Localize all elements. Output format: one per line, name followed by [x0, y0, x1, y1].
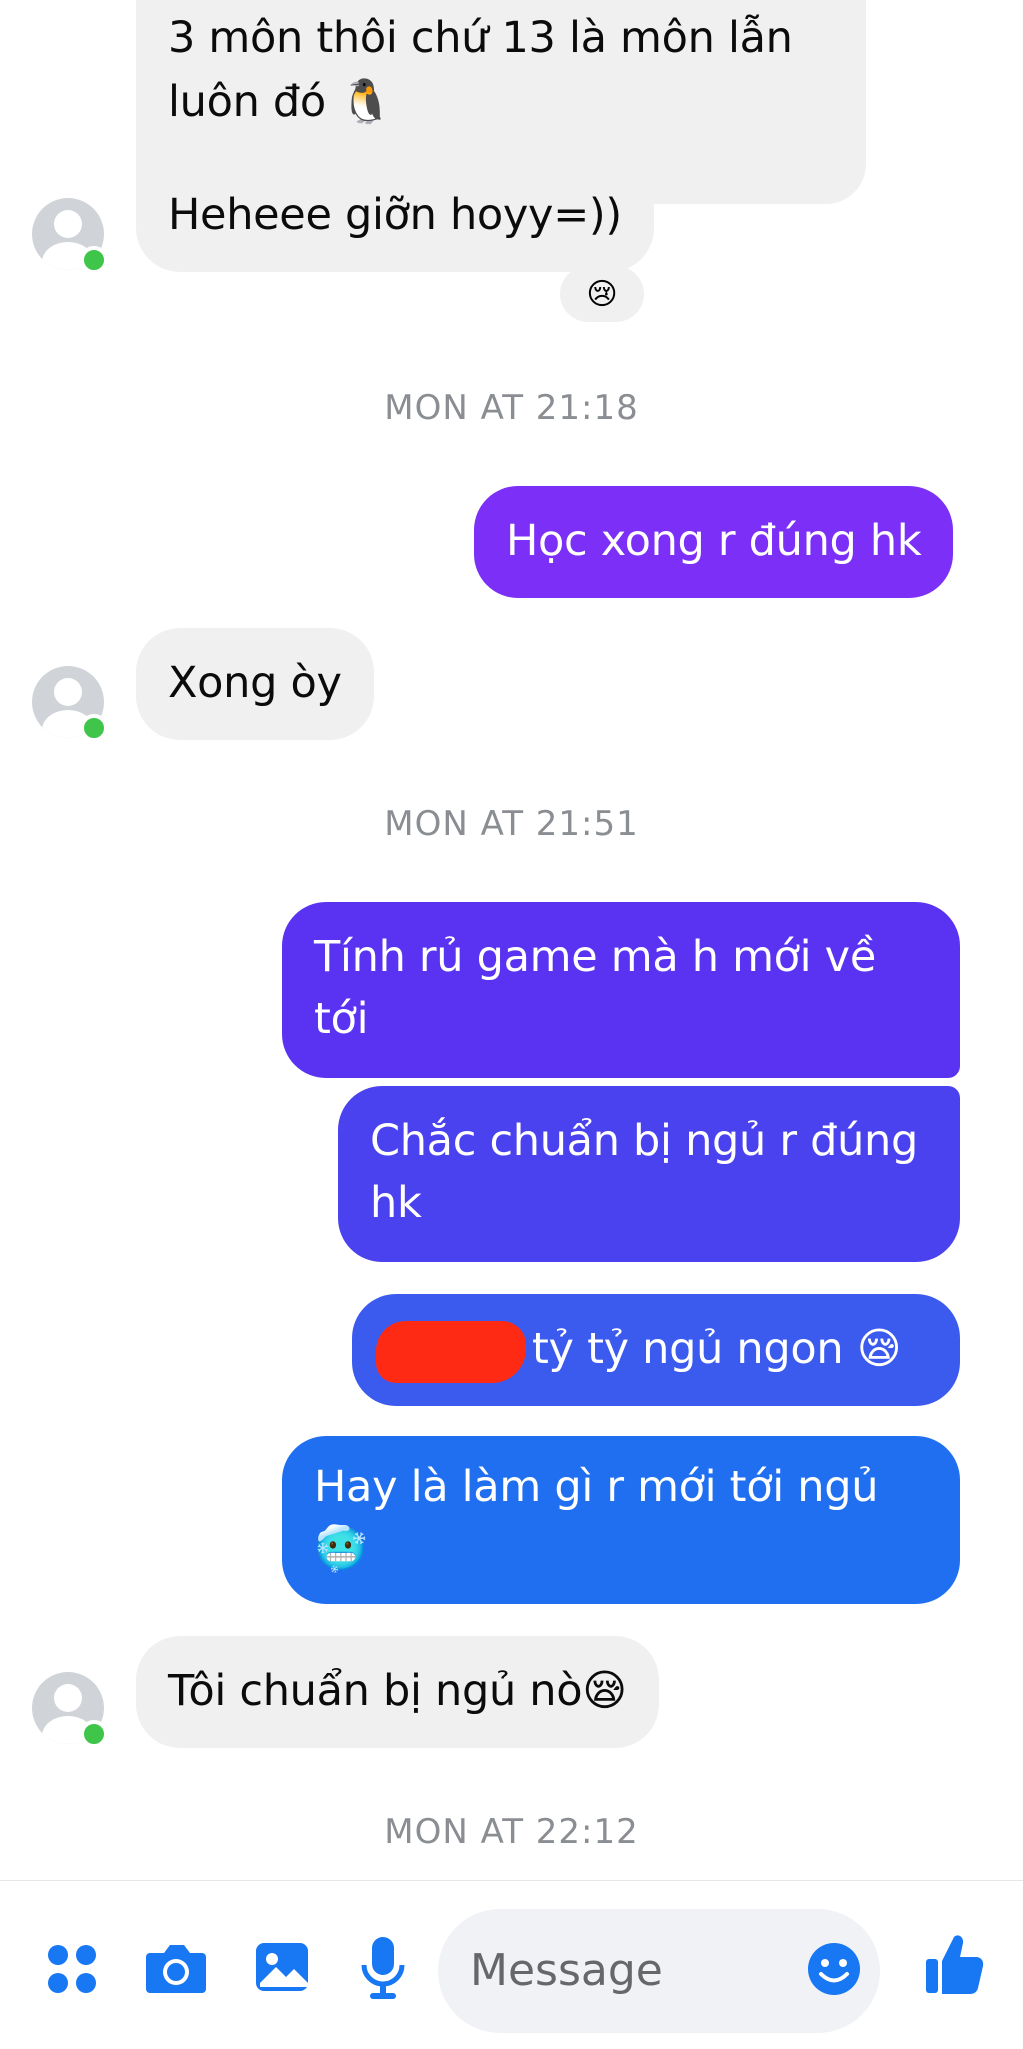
online-status-dot: [80, 714, 108, 742]
message-line: Chắc chuẩn bị ngủ r đúng: [370, 1116, 918, 1166]
timestamp: MON AT 21:18: [384, 388, 639, 428]
chat-thread: 3 môn thôi chứ 13 là môn lẫn luôn đó 🐧 H…: [0, 0, 1023, 1880]
message-text: tỷ tỷ ngủ ngon 😪: [532, 1324, 902, 1374]
timestamp: MON AT 21:51: [384, 804, 639, 844]
online-status-dot: [80, 246, 108, 274]
message-text: Học xong r đúng hk: [506, 516, 922, 566]
composer-bar: Message: [0, 1880, 1023, 2049]
message-line: luôn đó 🐧: [168, 77, 393, 127]
outgoing-message[interactable]: Chắc chuẩn bị ngủ r đúng hk: [338, 1086, 960, 1262]
outgoing-message[interactable]: Hay là làm gì r mới tới ngủ 🥶: [282, 1436, 960, 1604]
message-line: hk: [370, 1178, 422, 1228]
gallery-icon[interactable]: [252, 1937, 312, 1997]
like-icon[interactable]: [924, 1931, 984, 1997]
online-status-dot: [80, 1720, 108, 1748]
incoming-message[interactable]: Tôi chuẩn bị ngủ nò😪: [136, 1636, 659, 1748]
timestamp: MON AT 22:12: [384, 1812, 639, 1852]
emoji-icon[interactable]: [806, 1941, 862, 1997]
message-line: 3 môn thôi chứ 13 là môn lẫn: [168, 13, 793, 63]
outgoing-message[interactable]: tỷ tỷ ngủ ngon 😪: [352, 1294, 960, 1406]
outgoing-message[interactable]: Học xong r đúng hk: [474, 486, 954, 598]
message-text: Xong òy: [168, 658, 342, 708]
message-line: Hay là làm gì r mới tới ngủ: [314, 1462, 879, 1512]
microphone-icon[interactable]: [358, 1935, 408, 2001]
message-text: Heheee giỡn hoyy=)): [168, 190, 622, 240]
crying-face-icon: 😢: [586, 276, 618, 312]
incoming-message[interactable]: Xong òy: [136, 628, 374, 740]
message-text: Tôi chuẩn bị ngủ nò😪: [168, 1666, 627, 1716]
message-input-placeholder: Message: [470, 1945, 663, 1996]
incoming-message[interactable]: Heheee giỡn hoyy=)): [136, 160, 654, 272]
redaction-mark: [376, 1320, 526, 1383]
apps-icon[interactable]: [44, 1941, 100, 1997]
message-line: Tính rủ game mà h mới về: [314, 932, 876, 982]
message-reaction[interactable]: 😢: [560, 266, 644, 322]
camera-icon[interactable]: [144, 1937, 208, 1997]
outgoing-message[interactable]: Tính rủ game mà h mới về tới: [282, 902, 960, 1078]
message-line: tới: [314, 994, 369, 1044]
message-line: 🥶: [314, 1524, 368, 1574]
